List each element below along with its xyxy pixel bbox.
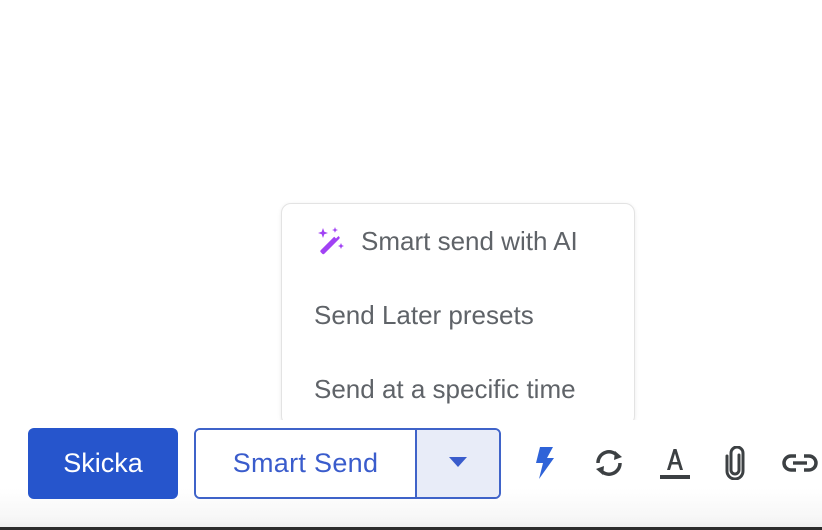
sync-icon[interactable] <box>589 442 629 484</box>
menu-item-send-later-presets[interactable]: Send Later presets <box>282 285 634 345</box>
smart-send-split-button: Smart Send <box>194 428 501 499</box>
text-format-icon[interactable] <box>655 442 695 484</box>
compose-window: Smart send with AI Send Later presets Se… <box>0 0 822 530</box>
caret-down-icon <box>448 455 468 473</box>
menu-item-smart-send-ai[interactable]: Smart send with AI <box>282 211 634 271</box>
lightning-bolt-icon[interactable] <box>525 442 565 484</box>
menu-item-send-specific-time[interactable]: Send at a specific time <box>282 359 634 419</box>
magic-wand-sparkle-icon <box>314 225 346 257</box>
menu-item-label: Send at a specific time <box>314 373 576 404</box>
paperclip-icon[interactable] <box>715 442 755 484</box>
menu-item-label: Send Later presets <box>314 299 534 330</box>
menu-item-label: Smart send with AI <box>361 225 578 256</box>
smart-send-button[interactable]: Smart Send <box>196 430 417 497</box>
compose-toolbar: Skicka Smart Send <box>0 420 822 530</box>
send-button[interactable]: Skicka <box>28 428 178 499</box>
smart-send-dropdown-toggle[interactable] <box>417 430 499 497</box>
smart-send-menu: Smart send with AI Send Later presets Se… <box>281 203 635 426</box>
link-icon[interactable] <box>780 442 820 484</box>
